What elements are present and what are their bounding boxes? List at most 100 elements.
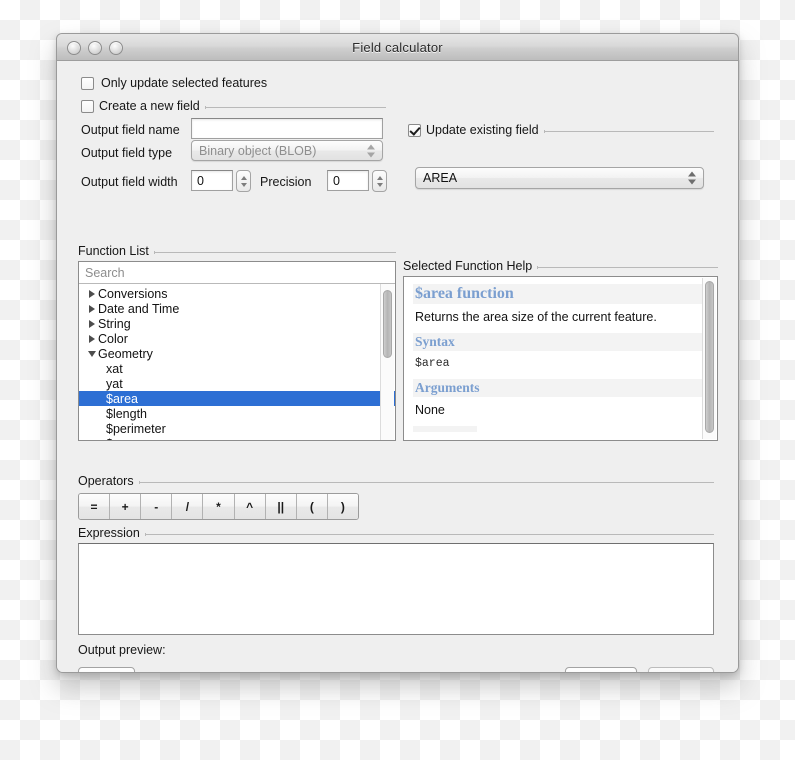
minimize-button-icon[interactable] [88, 41, 102, 55]
output-field-name-label: Output field name [81, 123, 180, 137]
tree-item-label: yat [106, 376, 123, 391]
selected-function-help-box[interactable]: $area function Returns the area size of … [403, 276, 718, 441]
output-field-type-select[interactable]: Binary object (BLOB) [191, 140, 383, 161]
tree-group-string[interactable]: String [79, 316, 395, 331]
only-update-selected-checkbox[interactable] [81, 76, 94, 90]
operator-button-power[interactable]: ^ [234, 494, 266, 519]
output-field-type-label: Output field type [81, 146, 173, 160]
dialog-body: Only update selected features Create a n… [57, 61, 738, 672]
chevron-right-icon[interactable] [85, 319, 98, 328]
tree-item-area[interactable]: $area [79, 391, 395, 406]
function-list-scrollbar-thumb[interactable] [383, 290, 392, 358]
help-scrollbar[interactable] [702, 278, 716, 439]
stepper-down-icon[interactable] [240, 182, 247, 187]
close-button-icon[interactable] [67, 41, 81, 55]
group-divider-line [153, 250, 396, 254]
tree-group-date-and-time[interactable]: Date and Time [79, 301, 395, 316]
help-arguments-text: None [415, 403, 445, 417]
help-next-section-clipped [413, 426, 708, 432]
output-field-width-input[interactable]: 0 [191, 170, 233, 191]
cancel-button[interactable]: Cancel [565, 667, 637, 672]
update-existing-field-group-header[interactable]: Update existing field [408, 123, 714, 137]
select-stepper-icon [367, 144, 375, 157]
operator-button-open-paren[interactable]: ( [296, 494, 328, 519]
create-new-field-group-header[interactable]: Create a new field [81, 99, 386, 113]
chevron-right-icon[interactable] [85, 304, 98, 313]
precision-label: Precision [260, 175, 312, 189]
only-update-selected-checkbox-row[interactable]: Only update selected features [81, 76, 267, 90]
existing-field-select[interactable]: AREA [415, 167, 704, 189]
operator-button-multiply[interactable]: * [203, 494, 235, 519]
function-tree[interactable]: Conversions Date and Time String Color G… [79, 284, 395, 441]
function-search-placeholder: Search [85, 265, 125, 280]
tree-item-label: $x [106, 437, 119, 441]
tree-item-x[interactable]: $x [79, 436, 395, 441]
help-scrollbar-thumb[interactable] [705, 281, 714, 433]
existing-field-value: AREA [423, 171, 458, 185]
help-syntax-heading: Syntax [413, 333, 708, 351]
tree-item-length[interactable]: $length [79, 406, 395, 421]
tree-item-perimeter[interactable]: $perimeter [79, 421, 395, 436]
help-clipped-heading [413, 426, 477, 432]
function-search-input[interactable]: Search [79, 262, 395, 284]
operator-button-minus[interactable]: - [141, 494, 173, 519]
help-function-title: $area function [413, 284, 708, 304]
output-field-width-label: Output field width [81, 175, 178, 189]
output-field-type-value: Binary object (BLOB) [199, 143, 317, 158]
expression-title: Expression [78, 526, 140, 540]
traffic-lights [67, 41, 123, 55]
stepper-up-icon[interactable] [376, 175, 383, 180]
tree-item-label: $length [106, 406, 148, 421]
operator-button-plus[interactable]: + [110, 494, 142, 519]
tree-item-xat[interactable]: xat [79, 361, 395, 376]
stepper-down-icon[interactable] [376, 182, 383, 187]
precision-value: 0 [333, 173, 340, 188]
create-new-field-checkbox[interactable] [81, 99, 94, 113]
operator-button-concat[interactable]: || [265, 494, 297, 519]
window-titlebar[interactable]: Field calculator [57, 34, 738, 61]
operator-button-bar[interactable]: = + - / * ^ || ( ) [78, 493, 359, 520]
output-field-width-value: 0 [197, 173, 204, 188]
update-existing-field-checkbox[interactable] [408, 123, 421, 137]
operator-button-equals[interactable]: = [79, 494, 111, 519]
field-calculator-window: Field calculator Only update selected fe… [56, 33, 739, 673]
tree-group-conversions[interactable]: Conversions [79, 286, 395, 301]
only-update-selected-label: Only update selected features [101, 76, 268, 90]
create-new-field-label: Create a new field [99, 99, 200, 113]
function-list-group-header: Function List [78, 244, 396, 258]
chevron-right-icon[interactable] [85, 289, 98, 298]
ok-button[interactable]: OK [648, 667, 714, 672]
help-button[interactable]: Help [78, 667, 135, 672]
select-stepper-icon [688, 171, 696, 185]
tree-item-label: $area [106, 391, 138, 406]
zoom-button-icon[interactable] [109, 41, 123, 55]
window-title: Field calculator [352, 39, 443, 55]
tree-item-label: $perimeter [106, 421, 166, 436]
chevron-right-icon[interactable] [85, 334, 98, 343]
function-list-scrollbar[interactable] [380, 284, 394, 440]
output-field-width-stepper[interactable] [236, 170, 251, 192]
group-divider-line [138, 480, 714, 484]
help-arguments-heading: Arguments [413, 379, 708, 397]
operator-button-divide[interactable]: / [172, 494, 204, 519]
selected-function-help-group-header: Selected Function Help [403, 259, 718, 273]
tree-item-label: Geometry [98, 346, 153, 361]
precision-stepper[interactable] [372, 170, 387, 192]
help-description: Returns the area size of the current fea… [415, 310, 657, 324]
function-list-box[interactable]: Search Conversions Date and Time String [78, 261, 396, 441]
chevron-down-icon[interactable] [85, 350, 98, 357]
group-divider-line [144, 532, 714, 536]
tree-item-label: Date and Time [98, 301, 180, 316]
tree-group-geometry[interactable]: Geometry [79, 346, 395, 361]
precision-input[interactable]: 0 [327, 170, 369, 191]
tree-item-label: xat [106, 361, 123, 376]
tree-item-yat[interactable]: yat [79, 376, 395, 391]
group-divider-line [537, 265, 718, 269]
tree-group-color[interactable]: Color [79, 331, 395, 346]
stepper-up-icon[interactable] [240, 175, 247, 180]
expression-textarea[interactable] [78, 543, 714, 635]
operator-button-close-paren[interactable]: ) [327, 494, 358, 519]
operators-group-header: Operators [78, 474, 714, 488]
output-field-name-input[interactable] [191, 118, 383, 139]
expression-value [79, 544, 713, 552]
